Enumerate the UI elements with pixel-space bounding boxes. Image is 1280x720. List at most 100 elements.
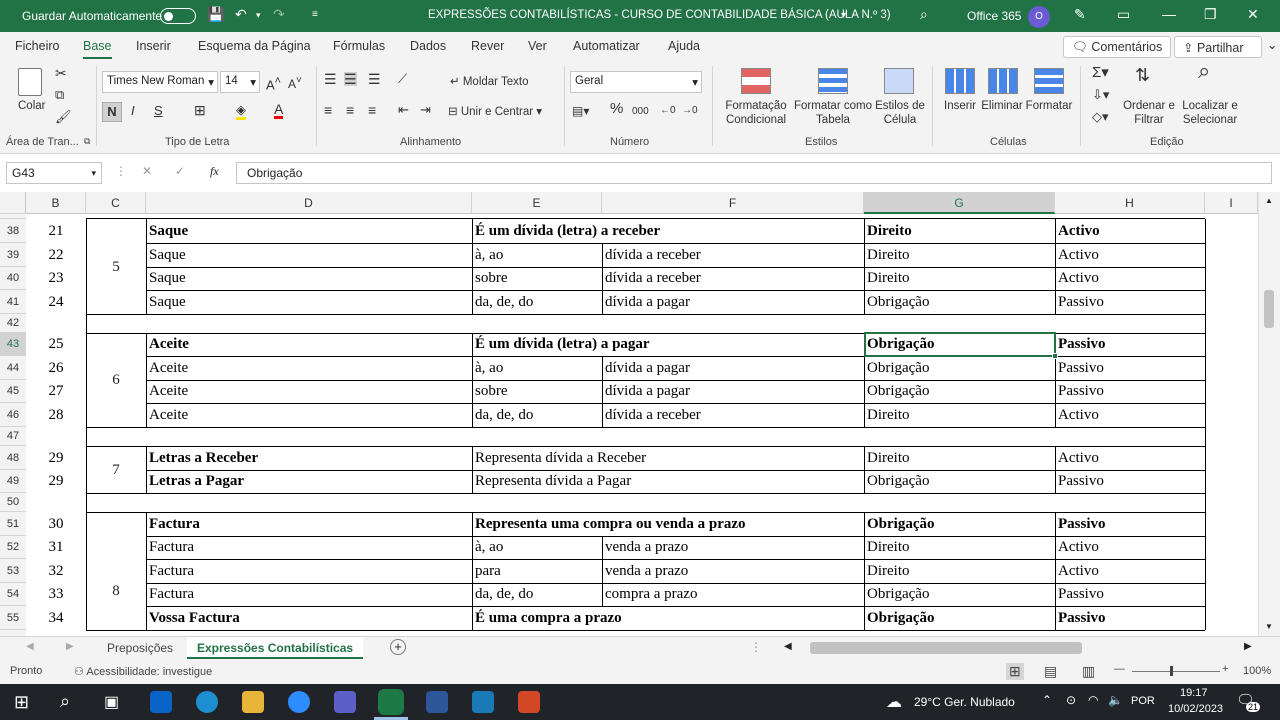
row-number-cell[interactable]: 32: [26, 559, 86, 583]
font-name-select[interactable]: Times New Roman ▾: [102, 71, 218, 93]
vertical-scrollbar[interactable]: ▲ ▼: [1258, 192, 1280, 636]
nature-cell[interactable]: Obrigação: [864, 380, 1055, 403]
cancel-icon[interactable]: ✕: [142, 164, 152, 178]
undo-icon[interactable]: ↶: [235, 6, 247, 23]
ribbon-collapse-icon[interactable]: ⌄: [1267, 37, 1277, 52]
nature-cell[interactable]: Obrigação: [864, 606, 1055, 630]
class-cell[interactable]: Passivo: [1055, 380, 1205, 403]
nature-cell[interactable]: Direito: [864, 243, 1055, 267]
format-painter-icon[interactable]: 🖌: [55, 110, 72, 124]
outlook-icon[interactable]: [150, 691, 172, 713]
language-indicator[interactable]: POR: [1131, 695, 1155, 707]
nature-cell[interactable]: Obrigação: [864, 470, 1055, 493]
expression-cell[interactable]: Representa uma compra ou venda a prazo: [472, 512, 864, 536]
zoom-slider[interactable]: [1132, 671, 1220, 672]
accounting-format-icon[interactable]: ▤▾: [572, 104, 589, 118]
merge-center-button[interactable]: ⊟ Unir e Centrar ▾: [448, 105, 542, 119]
term-cell[interactable]: Factura: [146, 559, 472, 583]
accessibility-status[interactable]: ⚇ Acessibilidade: investigue: [74, 665, 212, 678]
zoom-in-icon[interactable]: +: [1222, 663, 1228, 675]
zoom-level[interactable]: 100%: [1243, 665, 1271, 677]
volume-icon[interactable]: 🔈: [1108, 693, 1123, 707]
copy-icon[interactable]: ⧉: [55, 88, 64, 102]
underline-button[interactable]: S: [154, 104, 163, 118]
nature-cell[interactable]: Direito: [864, 559, 1055, 583]
italic-button[interactable]: I: [131, 104, 135, 118]
class-cell[interactable]: Activo: [1055, 243, 1205, 267]
expression-cell[interactable]: à, ao: [472, 536, 602, 559]
row-header-45[interactable]: 45: [0, 380, 26, 403]
class-cell[interactable]: Activo: [1055, 219, 1205, 243]
comma-style-icon[interactable]: 000: [632, 105, 649, 119]
align-middle-icon[interactable]: ☰: [344, 72, 357, 86]
selected-cell-g43[interactable]: [864, 332, 1056, 357]
term-cell[interactable]: Aceite: [146, 403, 472, 427]
expression-cell[interactable]: à, ao: [472, 356, 602, 380]
term-cell[interactable]: Aceite: [146, 356, 472, 380]
grow-font-icon[interactable]: A˄: [266, 74, 281, 92]
expression-cell[interactable]: sobre: [472, 380, 602, 403]
row-number-cell[interactable]: 24: [26, 290, 86, 314]
scroll-up-icon[interactable]: ▲: [1265, 196, 1273, 205]
next-sheet-icon[interactable]: ▶: [66, 641, 74, 652]
fill-icon[interactable]: ⇩▾: [1092, 88, 1109, 102]
column-header-e[interactable]: E: [472, 192, 602, 214]
sheet-tab-expressoes[interactable]: Expressões Contabilísticas: [187, 637, 364, 659]
ribbon-display-icon[interactable]: ▭: [1117, 6, 1130, 23]
term-cell[interactable]: Factura: [146, 536, 472, 559]
row-header-46[interactable]: 46: [0, 403, 26, 427]
wifi-icon[interactable]: ◠: [1088, 693, 1098, 707]
minimize-button[interactable]: —: [1162, 6, 1176, 22]
row-number-cell[interactable]: 34: [26, 606, 86, 630]
class-cell[interactable]: Activo: [1055, 403, 1205, 427]
search-icon[interactable]: ⌕: [920, 6, 928, 23]
expression-cell[interactable]: É um dívida (letra) a receber: [472, 219, 864, 243]
document-title[interactable]: EXPRESSÕES CONTABILÍSTICAS - CURSO DE CO…: [428, 9, 891, 21]
find-select-icon[interactable]: ⌕: [1198, 60, 1210, 82]
search-icon[interactable]: ⌕: [60, 691, 70, 712]
expression-cell[interactable]: da, de, do: [472, 290, 602, 314]
close-button[interactable]: ✕: [1247, 6, 1259, 23]
column-header-f[interactable]: F: [602, 192, 864, 214]
percent-icon[interactable]: %: [610, 101, 623, 116]
excel-icon[interactable]: [378, 689, 404, 715]
format-table-icon[interactable]: [818, 68, 848, 94]
paste-button[interactable]: Colar: [18, 99, 45, 113]
nature-cell[interactable]: Obrigação: [864, 512, 1055, 536]
shrink-font-icon[interactable]: A˅: [288, 74, 302, 91]
row-number-cell[interactable]: 27: [26, 380, 86, 403]
term-cell[interactable]: Letras a Receber: [146, 446, 472, 470]
file-explorer-icon[interactable]: [242, 691, 264, 713]
term-cell[interactable]: Letras a Pagar: [146, 470, 472, 493]
row-header-42[interactable]: 42: [0, 314, 26, 333]
row-header-38[interactable]: 38: [0, 219, 26, 243]
bold-button[interactable]: N: [102, 102, 122, 122]
tab-base[interactable]: Base: [83, 39, 112, 59]
class-cell[interactable]: Activo: [1055, 559, 1205, 583]
clock-date[interactable]: 10/02/2023: [1168, 703, 1223, 715]
nature-cell[interactable]: Obrigação: [864, 290, 1055, 314]
class-cell[interactable]: Passivo: [1055, 583, 1205, 606]
group-number-cell[interactable]: 6: [86, 370, 146, 390]
column-header-d[interactable]: D: [146, 192, 472, 214]
avatar[interactable]: O: [1028, 6, 1050, 28]
meaning-cell[interactable]: dívida a pagar: [602, 356, 864, 380]
term-cell[interactable]: Saque: [146, 267, 472, 290]
meaning-cell[interactable]: dívida a pagar: [602, 290, 864, 314]
sheet-tab-preposicoes[interactable]: Preposições: [97, 637, 183, 659]
row-header-39[interactable]: 39: [0, 243, 26, 267]
share-button[interactable]: ⇪ Partilhar: [1174, 36, 1262, 58]
class-cell[interactable]: Activo: [1055, 267, 1205, 290]
term-cell[interactable]: Saque: [146, 290, 472, 314]
class-cell[interactable]: Activo: [1055, 536, 1205, 559]
class-cell[interactable]: Passivo: [1055, 290, 1205, 314]
word-icon[interactable]: [426, 691, 448, 713]
group-number-cell[interactable]: 7: [86, 460, 146, 480]
increase-indent-icon[interactable]: ⇥: [420, 103, 431, 117]
expression-cell[interactable]: É um dívida (letra) a pagar: [472, 333, 864, 356]
zoom-app-icon[interactable]: [288, 691, 310, 713]
windows-start-icon[interactable]: ⊞: [14, 692, 29, 713]
horizontal-scroll-thumb[interactable]: [810, 642, 1082, 654]
scroll-down-icon[interactable]: ▼: [1265, 622, 1273, 631]
column-header-b[interactable]: B: [26, 192, 86, 214]
